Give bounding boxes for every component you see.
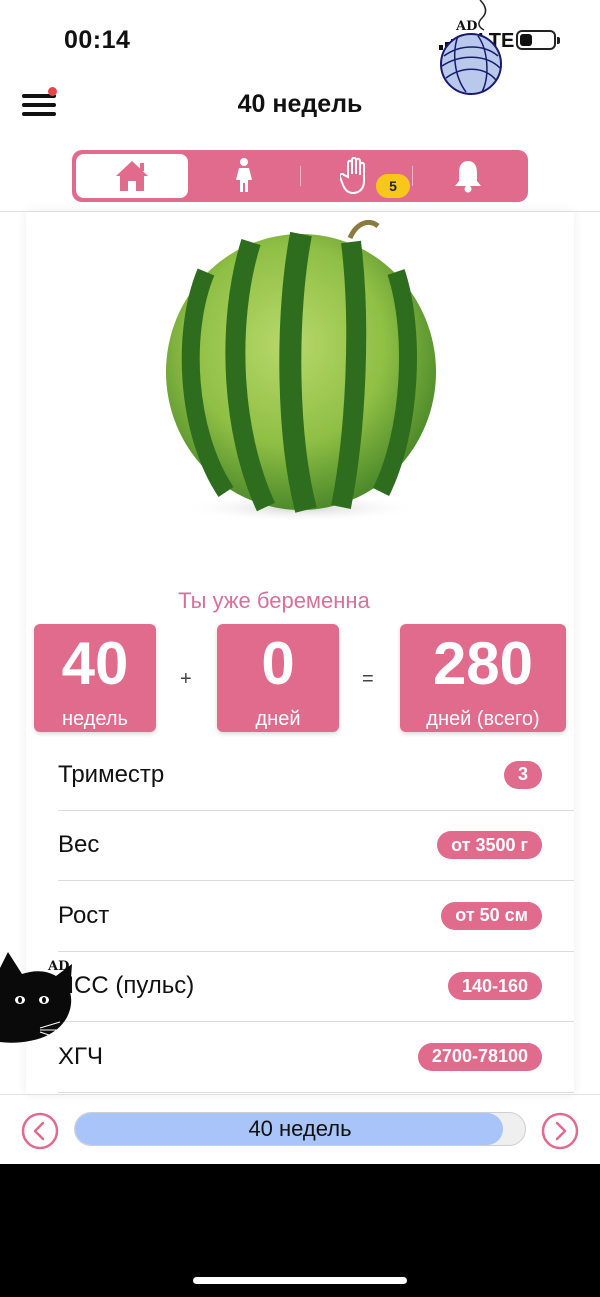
detail-value-pill: 2700-78100 <box>417 1042 542 1071</box>
weeks-label: недель <box>62 708 128 730</box>
bell-icon <box>455 161 481 193</box>
detail-value-pill: 140-160 <box>447 972 542 1001</box>
page-title: 40 недель <box>237 90 363 118</box>
details-list: Триместр 3 Вес от 3500 г Рост от 50 см Ч… <box>58 740 574 1093</box>
weeks-value: 40 <box>61 630 129 697</box>
prev-week-button[interactable] <box>21 1112 59 1150</box>
weeks-box: 40 недель <box>34 624 156 732</box>
pregnancy-title: Ты уже беременна <box>178 588 370 613</box>
detail-value-pill: от 50 см <box>441 901 542 930</box>
detail-row-height: Рост от 50 см <box>58 881 574 952</box>
home-indicator[interactable] <box>193 1277 407 1284</box>
days-box: 0 дней <box>217 624 339 732</box>
notification-count-badge: 5 <box>376 174 410 198</box>
week-progress-bar[interactable]: 40 недель <box>74 1112 526 1146</box>
main-tabs <box>72 150 528 202</box>
detail-row-heart-rate: ЧСС (пульс) 140-160 <box>58 952 574 1022</box>
next-week-button[interactable] <box>541 1112 579 1150</box>
woman-figure-icon <box>236 158 252 192</box>
detail-label: Триместр <box>58 760 165 788</box>
plus-sign: + <box>180 668 192 690</box>
tab-home[interactable] <box>76 154 188 198</box>
detail-label: ХГЧ <box>58 1042 103 1070</box>
battery-icon <box>516 30 560 50</box>
bottom-divider <box>0 1094 600 1095</box>
detail-row-trimester: Триместр 3 <box>58 740 574 811</box>
hand-icon <box>340 157 365 195</box>
status-bar: 00:14 LTE <box>0 0 600 80</box>
detail-label: Рост <box>58 901 110 929</box>
detail-label: Вес <box>58 831 100 859</box>
watermelon-image <box>166 220 436 522</box>
total-days-box: 280 дней (всего) <box>400 624 566 732</box>
detail-value-pill: от 3500 г <box>437 831 542 860</box>
house-icon <box>116 161 148 191</box>
status-time: 00:14 <box>64 26 131 54</box>
total-days-value: 280 <box>432 630 534 697</box>
ad-yarn-ball-icon[interactable]: AD <box>436 0 506 96</box>
ad-black-cat-icon[interactable]: AD <box>0 948 82 1046</box>
detail-value-pill: 3 <box>503 760 542 789</box>
tab-notifications[interactable] <box>412 154 524 198</box>
week-progress-label: 40 недель <box>248 1116 352 1141</box>
tab-woman[interactable] <box>188 154 300 198</box>
ad-label: AD <box>455 19 477 34</box>
equals-sign: = <box>362 668 374 690</box>
total-days-label: дней (всего) <box>426 708 540 730</box>
detail-row-hcg: ХГЧ 2700-78100 <box>58 1022 574 1093</box>
days-label: дней <box>255 708 301 730</box>
days-value: 0 <box>261 630 295 697</box>
detail-row-weight: Вес от 3500 г <box>58 811 574 881</box>
